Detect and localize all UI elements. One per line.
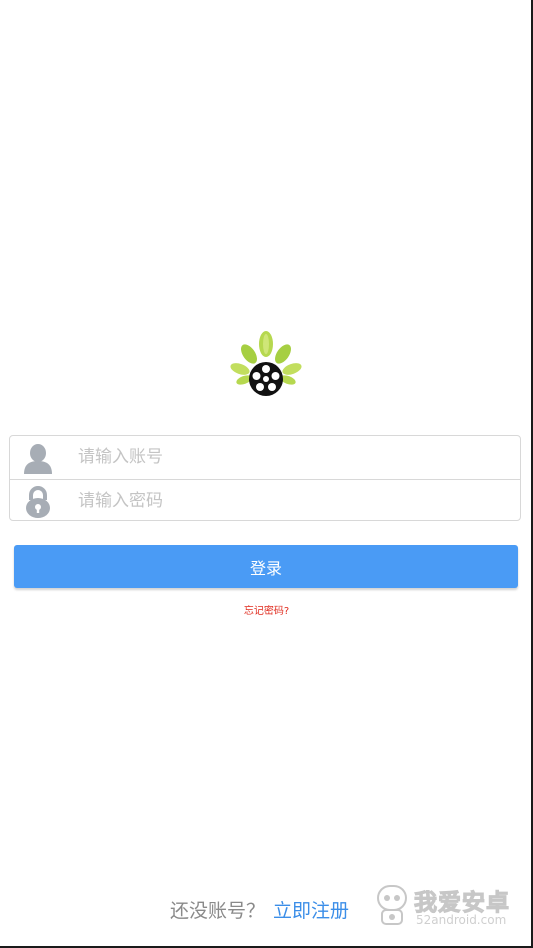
app-logo bbox=[228, 328, 304, 400]
watermark: 我爱安卓 52android.com bbox=[374, 880, 524, 934]
watermark-name: 我爱安卓 bbox=[414, 890, 510, 917]
login-form bbox=[9, 435, 521, 522]
username-input[interactable] bbox=[78, 436, 498, 478]
register-link[interactable]: 立即注册 bbox=[273, 896, 349, 923]
user-icon bbox=[22, 441, 54, 475]
username-row bbox=[10, 436, 520, 479]
register-prompt: 还没账号？ bbox=[170, 899, 266, 922]
login-button[interactable]: 登录 bbox=[14, 545, 518, 588]
password-row bbox=[10, 479, 520, 522]
register-row: 还没账号？ 立即注册 bbox=[170, 895, 349, 923]
lock-icon bbox=[22, 485, 54, 519]
watermark-domain: 52android.com bbox=[416, 913, 507, 927]
forgot-password-link[interactable]: 忘记密码? bbox=[0, 602, 533, 617]
leaf-film-reel-logo-icon bbox=[230, 331, 302, 396]
password-input[interactable] bbox=[78, 480, 498, 522]
android-robot-icon bbox=[374, 882, 410, 928]
